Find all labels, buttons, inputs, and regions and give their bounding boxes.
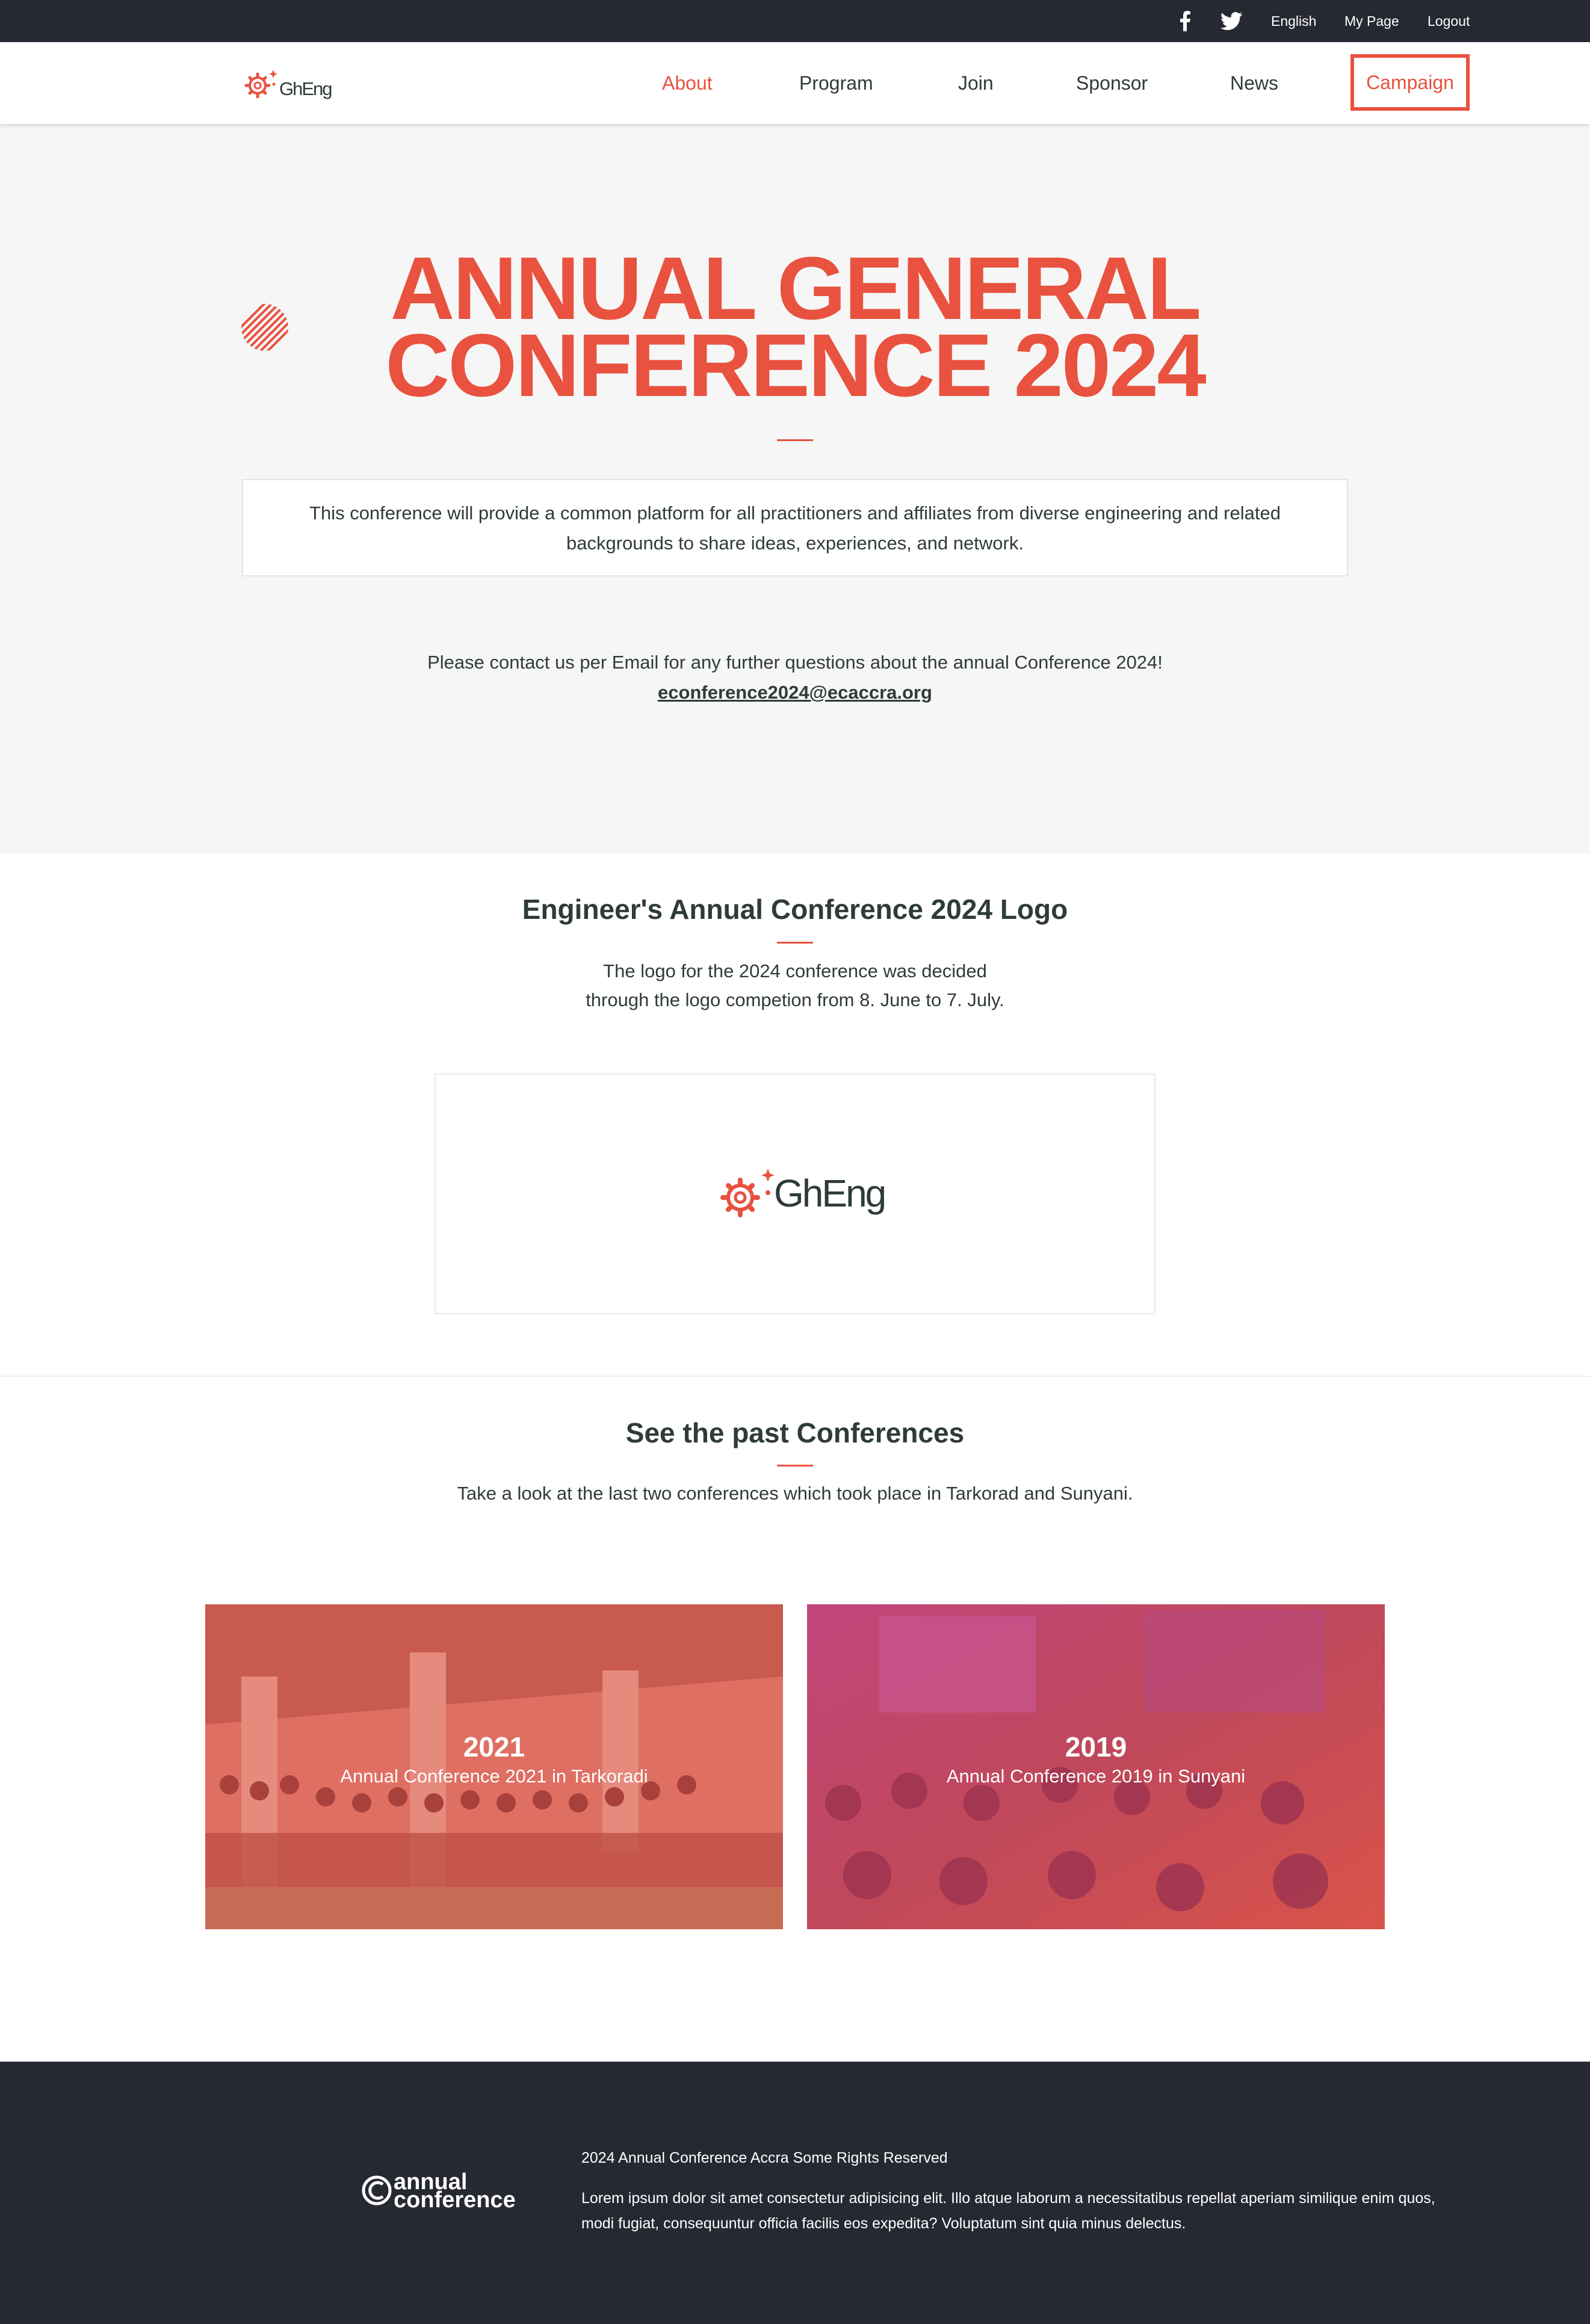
hero-section: ANNUAL GENERAL CONFERENCE 2024 This conf… — [0, 124, 1590, 853]
footer-logo-word-2: conference — [394, 2187, 516, 2210]
footer-copyright: 2024 Annual Conference Accra Some Rights… — [581, 2149, 948, 2166]
top-utility-bar: English My Page Logout — [0, 0, 1590, 42]
contact-email-link[interactable]: econference2024@ecaccra.org — [0, 678, 1590, 708]
gheng-logo-large-icon — [720, 1169, 775, 1217]
annual-conference-logo-icon: annual conference — [362, 2171, 516, 2210]
page-title-line-2: CONFERENCE 2024 — [385, 316, 1206, 415]
nav-sponsor[interactable]: Sponsor — [1076, 42, 1148, 124]
past-section-underline — [777, 1465, 813, 1466]
conference-card-2019[interactable]: 2019 Annual Conference 2019 in Sunyani — [807, 1604, 1385, 1929]
contact-text: Please contact us per Email for any furt… — [427, 652, 1163, 673]
logout-link[interactable]: Logout — [1428, 0, 1470, 42]
nav-about[interactable]: About — [662, 42, 713, 124]
nav-join[interactable]: Join — [958, 42, 994, 124]
section-divider — [0, 1376, 1590, 1377]
page-title: ANNUAL GENERAL CONFERENCE 2024 — [0, 244, 1590, 415]
conference-card-2021[interactable]: 2021 Annual Conference 2021 in Tarkoradi — [205, 1604, 783, 1929]
logo-section-text-2: through the logo competion from 8. June … — [586, 989, 1004, 1010]
past-section-text: Take a look at the last two conferences … — [457, 1483, 1133, 1504]
logo-section-title: Engineer's Annual Conference 2024 Logo — [522, 894, 1068, 925]
hero-description: This conference will provide a common pl… — [309, 502, 1281, 554]
logo-section-text-1: The logo for the 2024 conference was dec… — [603, 960, 987, 981]
title-underline — [777, 439, 813, 441]
language-link[interactable]: English — [1271, 0, 1316, 42]
nav-news[interactable]: News — [1230, 42, 1278, 124]
logo-section-underline — [777, 942, 813, 944]
logo-text[interactable]: GhEng — [279, 78, 333, 100]
facebook-icon[interactable] — [1178, 11, 1192, 31]
card-subtitle: Annual Conference 2019 in Sunyani — [946, 1766, 1246, 1787]
logo-large-text: GhEng — [774, 1172, 886, 1215]
footer-description: Lorem ipsum dolor sit amet consectetur a… — [581, 2190, 1435, 2232]
nav-campaign-button[interactable]: Campaign — [1350, 54, 1470, 111]
conference-logo-card: GhEng — [435, 1074, 1155, 1314]
card-year: 2019 — [1065, 1731, 1127, 1763]
card-year: 2021 — [463, 1731, 525, 1763]
twitter-icon[interactable] — [1220, 12, 1242, 30]
my-page-link[interactable]: My Page — [1344, 0, 1399, 42]
nav-program[interactable]: Program — [799, 42, 873, 124]
past-section-title: See the past Conferences — [625, 1417, 965, 1448]
main-navbar: GhEng About Program Join Sponsor News Ca… — [0, 42, 1590, 124]
hero-description-box: This conference will provide a common pl… — [242, 479, 1348, 576]
footer: annual conference 2024 Annual Conference… — [0, 2062, 1590, 2324]
card-subtitle: Annual Conference 2021 in Tarkoradi — [340, 1766, 648, 1787]
